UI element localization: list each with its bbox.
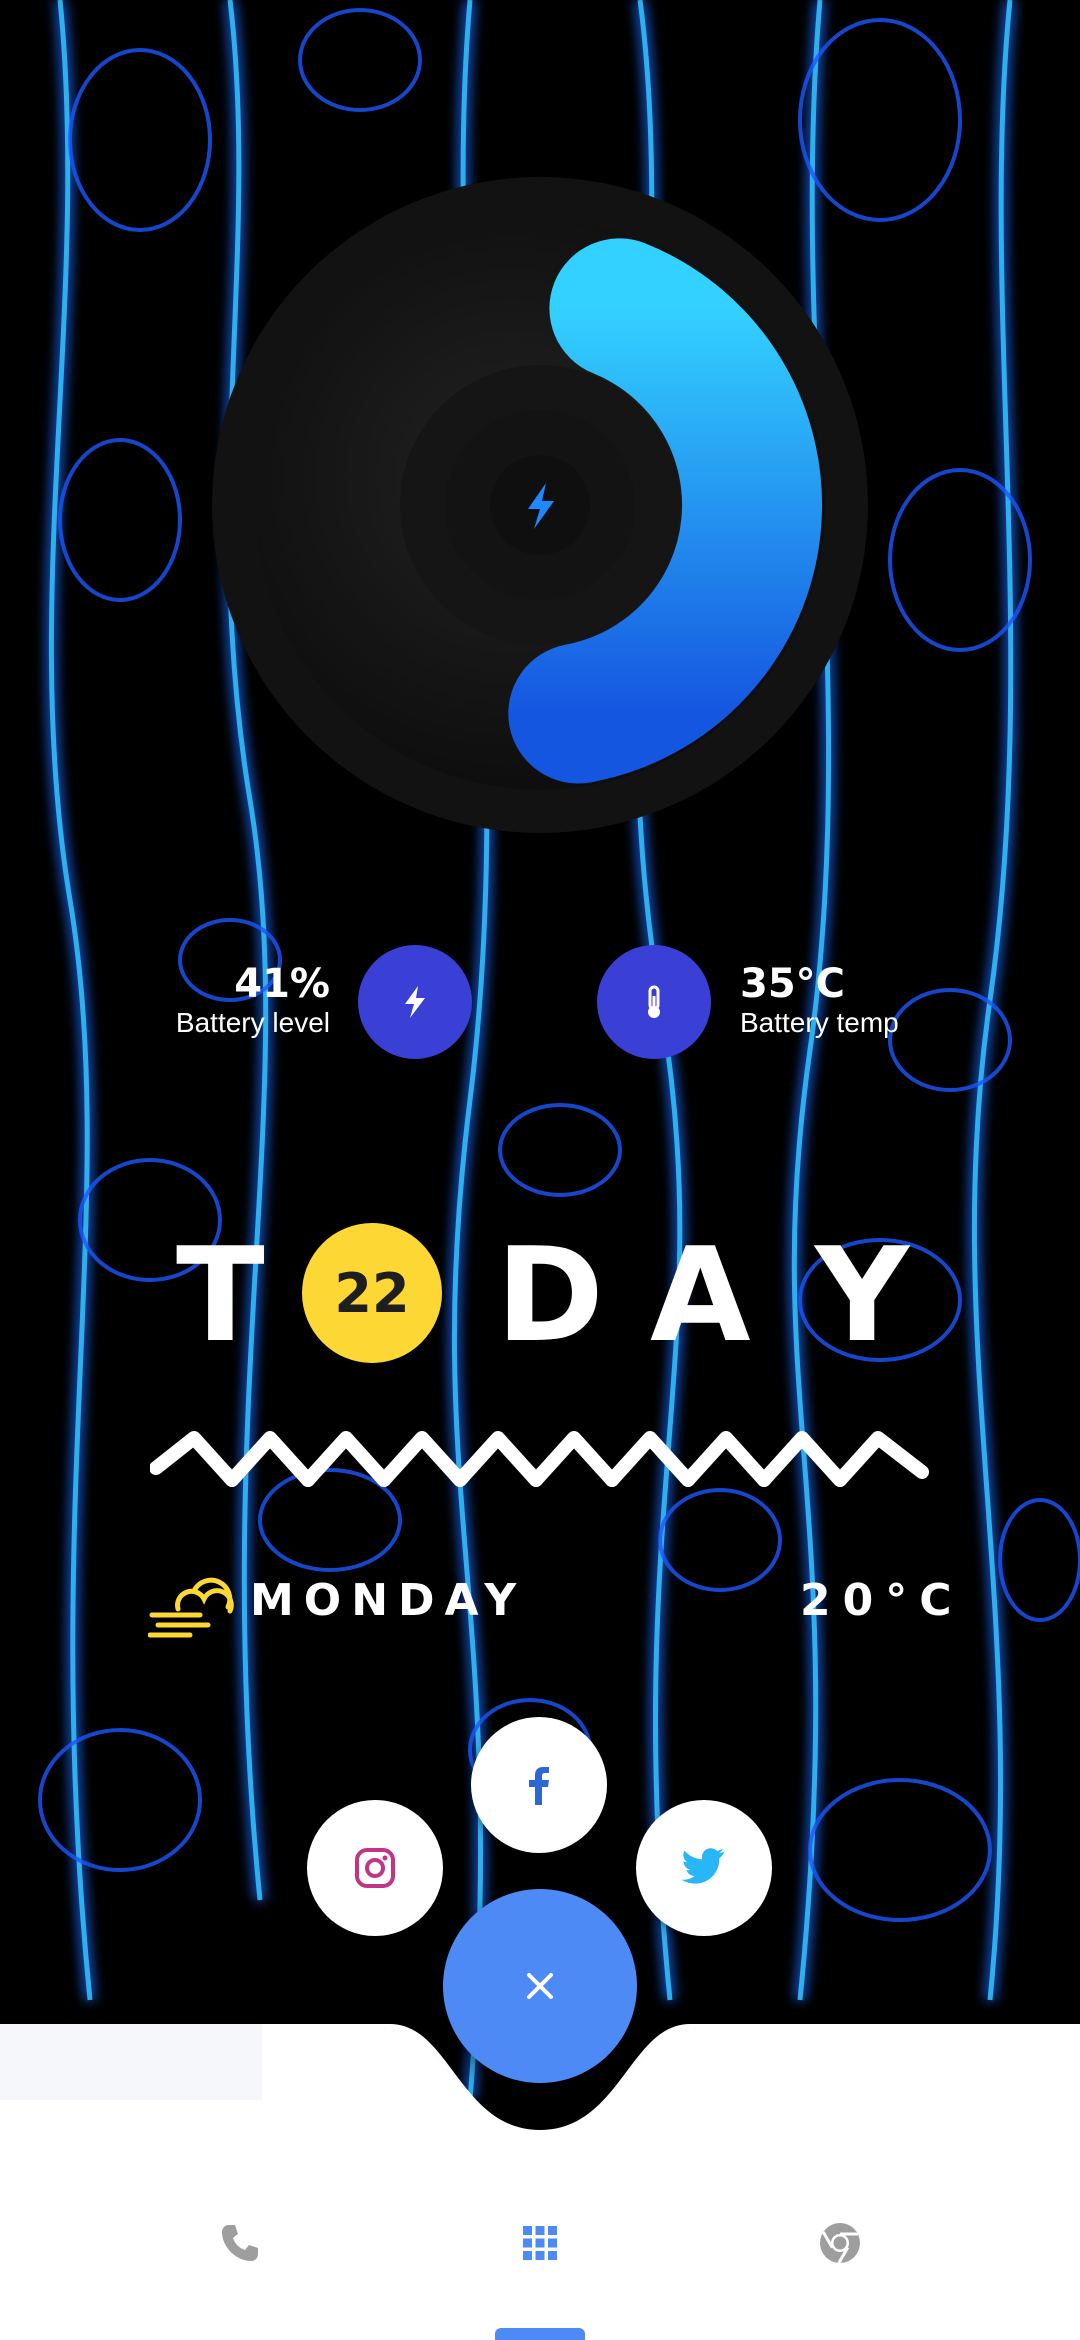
phone-button[interactable] — [212, 2215, 268, 2271]
app-drawer-button[interactable] — [512, 2215, 568, 2271]
battery-temp-label: Battery temp — [740, 1007, 899, 1038]
battery-level-stat: 41% Battery level — [176, 962, 330, 1040]
today-letter-t: T — [176, 1219, 265, 1371]
battery-temp-value: 35°C — [740, 961, 846, 1007]
date-badge: 22 — [302, 1223, 442, 1363]
lightning-icon — [405, 986, 425, 1018]
battery-level-value: 41% — [234, 961, 330, 1007]
battery-temp-stat: 35°C Battery temp — [740, 962, 899, 1040]
chrome-icon — [820, 2223, 860, 2264]
instagram-button[interactable] — [307, 1800, 443, 1936]
facebook-button[interactable] — [471, 1717, 607, 1853]
chrome-button[interactable] — [812, 2215, 868, 2271]
phone-icon — [222, 2225, 258, 2261]
weather-temperature: 20°C — [800, 1575, 964, 1626]
home-indicator[interactable] — [495, 2328, 585, 2340]
cloud-sun-icon — [148, 1577, 234, 1638]
close-icon — [527, 1973, 553, 1999]
twitter-button[interactable] — [636, 1800, 772, 1936]
weather-day: MONDAY — [250, 1575, 527, 1626]
today-letter-a: A — [650, 1219, 751, 1371]
battery-level-label: Battery level — [175, 1007, 330, 1038]
today-letter-y: Y — [815, 1219, 910, 1371]
zigzag-divider — [150, 1431, 929, 1487]
thermometer-icon — [648, 985, 660, 1018]
today-letter-d: D — [496, 1219, 604, 1371]
battery-ring-widget — [212, 177, 868, 833]
close-menu-button[interactable] — [443, 1889, 637, 2083]
app-drawer-icon — [523, 2226, 557, 2260]
battery-temp-button[interactable] — [597, 945, 711, 1059]
battery-level-button[interactable] — [358, 945, 472, 1059]
instagram-icon — [355, 1848, 395, 1888]
facebook-icon — [529, 1767, 549, 1805]
twitter-icon — [681, 1848, 725, 1884]
